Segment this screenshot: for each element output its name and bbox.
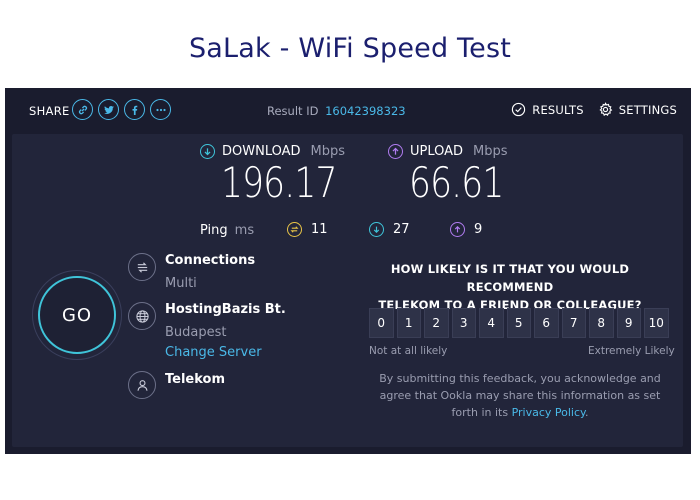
change-server-link[interactable]: Change Server bbox=[165, 345, 262, 360]
ping-label-group: Ping ms bbox=[200, 223, 254, 238]
survey-question-line1: HOW LIKELY IS IT THAT YOU WOULD RECOMMEN… bbox=[390, 262, 630, 294]
survey-note-line3: forth in its Privacy Policy. bbox=[370, 404, 670, 421]
scale-option-8[interactable]: 8 bbox=[589, 308, 614, 338]
speedtest-app: SHARE Result ID 16042398323 RESULTS SETT… bbox=[5, 88, 691, 454]
survey-disclaimer: By submitting this feedback, you acknowl… bbox=[370, 370, 670, 421]
ping-idle-icon bbox=[287, 222, 302, 237]
host-name: HostingBazis Bt. bbox=[165, 302, 286, 317]
ping-label: Ping bbox=[200, 223, 228, 238]
scale-option-9[interactable]: 9 bbox=[616, 308, 641, 338]
survey-question: HOW LIKELY IS IT THAT YOU WOULD RECOMMEN… bbox=[360, 260, 660, 314]
scale-option-5[interactable]: 5 bbox=[506, 308, 531, 338]
scale-option-4[interactable]: 4 bbox=[479, 308, 504, 338]
results-label: RESULTS bbox=[532, 102, 584, 117]
go-button[interactable]: GO bbox=[38, 276, 116, 354]
results-button[interactable]: RESULTS bbox=[511, 102, 584, 117]
connections-value: Multi bbox=[165, 276, 197, 291]
isp-name: Telekom bbox=[165, 372, 226, 387]
ping-idle: 11 bbox=[287, 222, 328, 237]
share-label: SHARE bbox=[29, 104, 70, 118]
top-right-nav: RESULTS SETTINGS bbox=[511, 102, 677, 117]
scale-high-label: Extremely Likely bbox=[588, 345, 675, 357]
download-arrow-icon bbox=[200, 144, 215, 159]
ping-download-value: 27 bbox=[393, 222, 410, 237]
globe-icon bbox=[128, 302, 156, 330]
link-icon[interactable] bbox=[72, 99, 93, 120]
survey-note-line3-suffix: . bbox=[584, 406, 589, 419]
survey-note-line3-prefix: forth in its bbox=[451, 406, 512, 419]
check-circle-icon bbox=[512, 102, 526, 117]
scale-option-2[interactable]: 2 bbox=[424, 308, 449, 338]
connections-title: Connections bbox=[165, 253, 256, 268]
more-icon[interactable] bbox=[150, 99, 171, 120]
ping-unit: ms bbox=[234, 223, 255, 238]
scale-option-6[interactable]: 6 bbox=[534, 308, 559, 338]
scale-option-7[interactable]: 7 bbox=[561, 308, 586, 338]
scale-option-1[interactable]: 1 bbox=[396, 308, 421, 338]
ping-download: 27 bbox=[369, 222, 410, 237]
share-icons bbox=[72, 99, 171, 120]
user-icon bbox=[128, 371, 156, 399]
ping-upload: 9 bbox=[450, 222, 482, 237]
scale-low-label: Not at all likely bbox=[369, 345, 448, 357]
page-title: SaLak - WiFi Speed Test bbox=[188, 33, 512, 64]
upload-header: UPLOAD Mbps bbox=[388, 144, 508, 159]
ping-download-icon bbox=[369, 222, 384, 237]
twitter-icon[interactable] bbox=[98, 99, 119, 120]
download-label: DOWNLOAD bbox=[222, 144, 301, 159]
gear-icon bbox=[599, 102, 613, 116]
download-unit: Mbps bbox=[310, 144, 346, 159]
facebook-icon[interactable] bbox=[124, 99, 145, 120]
scale-option-10[interactable]: 10 bbox=[644, 308, 669, 338]
results-card: DOWNLOAD Mbps 196.17 UPLOAD Mbps 66.61 P… bbox=[12, 134, 683, 447]
upload-arrow-icon bbox=[388, 144, 403, 159]
upload-value: 66.61 bbox=[409, 158, 504, 207]
scale-option-3[interactable]: 3 bbox=[451, 308, 476, 338]
settings-button[interactable]: SETTINGS bbox=[598, 102, 677, 117]
go-button-ring: GO bbox=[32, 270, 122, 360]
host-location: Budapest bbox=[165, 325, 227, 340]
upload-label: UPLOAD bbox=[410, 144, 464, 159]
ping-upload-icon bbox=[450, 222, 465, 237]
ping-upload-value: 9 bbox=[474, 222, 483, 237]
survey-note-line1: By submitting this feedback, you acknowl… bbox=[379, 372, 661, 385]
download-value: 196.17 bbox=[221, 158, 337, 207]
connections-icon bbox=[128, 253, 156, 281]
top-bar: SHARE Result ID 16042398323 RESULTS SETT… bbox=[5, 88, 691, 134]
result-id-link[interactable]: 16042398323 bbox=[325, 104, 405, 118]
scale-option-0[interactable]: 0 bbox=[369, 308, 394, 338]
settings-label: SETTINGS bbox=[618, 102, 677, 117]
result-id: Result ID 16042398323 bbox=[267, 104, 406, 118]
result-id-label: Result ID bbox=[267, 104, 319, 118]
ping-idle-value: 11 bbox=[311, 222, 328, 237]
download-header: DOWNLOAD Mbps bbox=[200, 144, 345, 159]
recommend-scale: 0 1 2 3 4 5 6 7 8 9 10 bbox=[369, 308, 669, 338]
upload-unit: Mbps bbox=[473, 144, 508, 159]
survey-note-line2: agree that Ookla may share this informat… bbox=[379, 389, 661, 402]
privacy-policy-link[interactable]: Privacy Policy bbox=[512, 406, 585, 419]
